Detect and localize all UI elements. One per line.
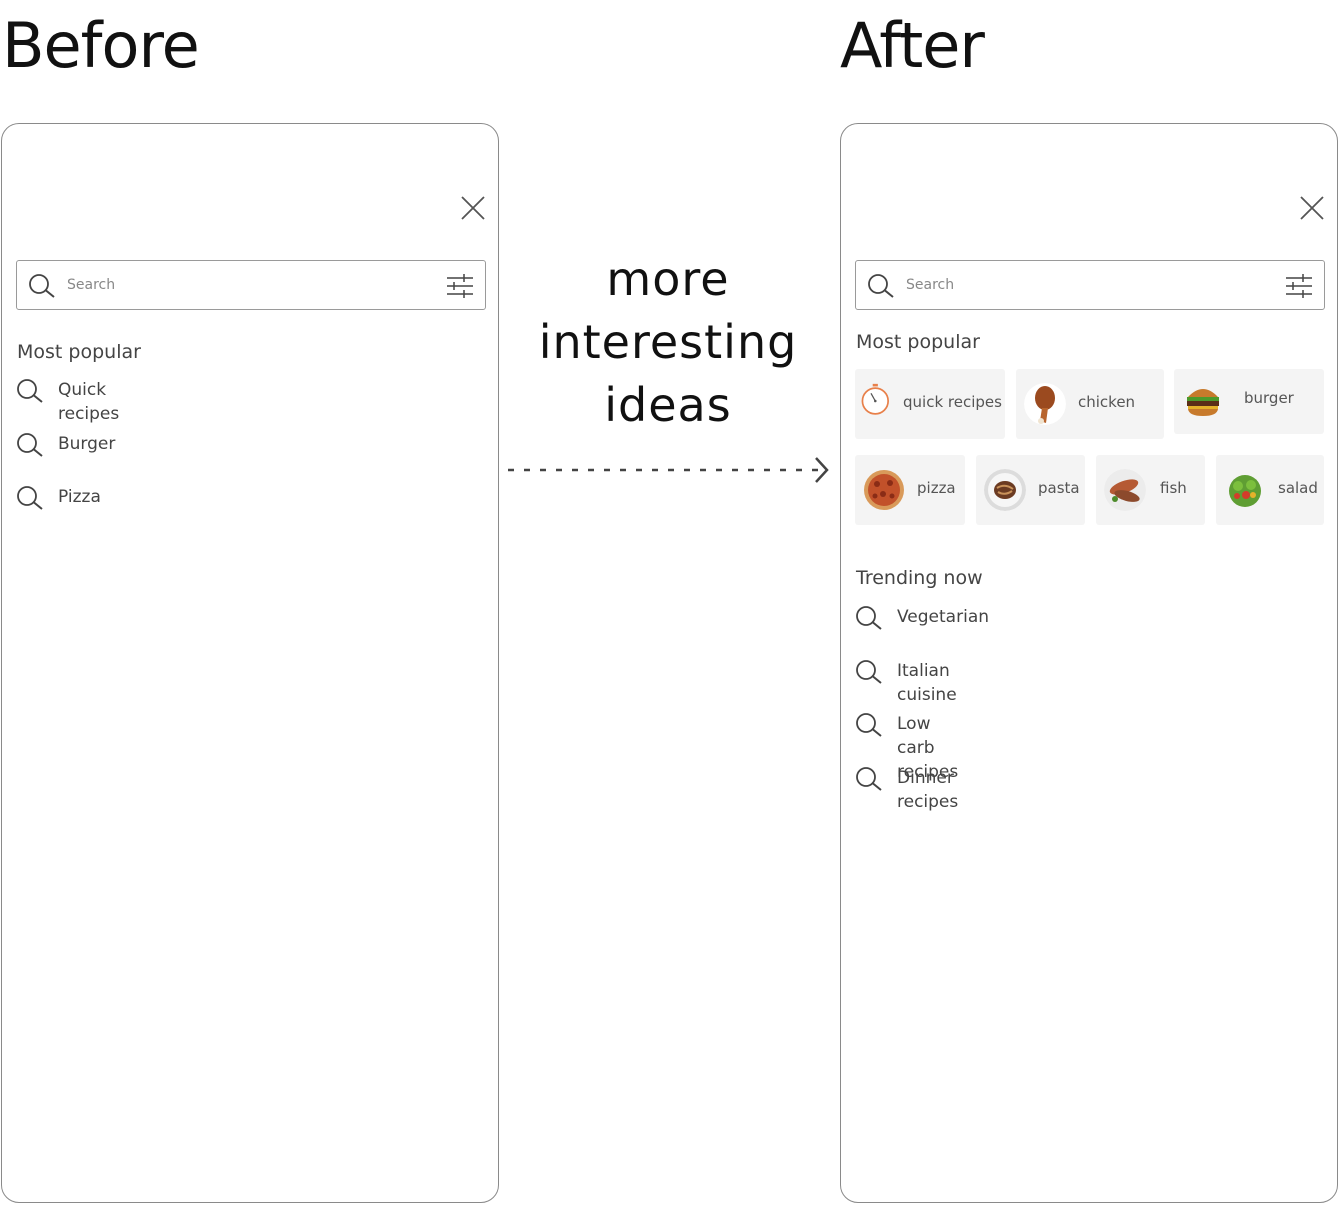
before-heading: Before — [2, 9, 200, 82]
chip-salad[interactable]: salad — [1216, 455, 1324, 525]
search-bar — [855, 260, 1325, 310]
search-input[interactable] — [906, 270, 1266, 300]
stopwatch-icon — [861, 383, 889, 415]
chip-fish[interactable]: fish — [1096, 455, 1205, 525]
comparison-caption: more interesting ideas — [528, 248, 808, 437]
search-icon — [17, 486, 43, 510]
search-icon — [17, 432, 43, 457]
chip-pizza[interactable]: pizza — [855, 455, 965, 525]
chip-label: salad — [1278, 479, 1318, 497]
list-item-label: Dinner recipes — [897, 767, 959, 812]
caption-line: more — [606, 252, 730, 306]
chicken-image — [1024, 383, 1066, 425]
chip-label: fish — [1160, 479, 1187, 497]
search-icon — [868, 274, 894, 298]
salad-image — [1224, 469, 1266, 511]
list-item-label: Vegetarian — [897, 607, 990, 627]
search-icon — [856, 713, 882, 737]
chip-label: pizza — [917, 479, 956, 497]
close-icon[interactable] — [460, 195, 486, 221]
chip-label: chicken — [1078, 393, 1136, 411]
search-icon — [856, 659, 882, 684]
search-icon — [856, 766, 882, 791]
most-popular-heading: Most popular — [856, 331, 980, 353]
before-search-panel: Most popular Quick recipes Burger Pizza — [1, 123, 499, 1203]
after-search-panel: Most popular quick recipes chicken burge… — [840, 123, 1338, 1203]
chip-pasta[interactable]: pasta — [976, 455, 1085, 525]
dashed-arrow-icon — [508, 457, 829, 483]
most-popular-heading: Most popular — [17, 341, 141, 363]
pasta-image — [984, 469, 1026, 511]
list-item-label: Quick recipes — [58, 380, 120, 424]
close-icon[interactable] — [1299, 195, 1325, 221]
search-icon — [856, 606, 882, 630]
chip-label: pasta — [1038, 479, 1080, 497]
after-heading: After — [840, 9, 985, 82]
list-item-label: Italian cuisine — [897, 660, 957, 705]
burger-image — [1182, 379, 1224, 421]
search-bar — [16, 260, 486, 310]
chip-quick-recipes[interactable]: quick recipes — [855, 369, 1005, 439]
list-item-label: Pizza — [58, 487, 101, 507]
chip-label: burger — [1244, 389, 1294, 407]
search-icon — [17, 379, 43, 403]
pizza-image — [864, 470, 904, 510]
caption-line: ideas — [604, 378, 732, 432]
filter-sliders-icon[interactable] — [1286, 273, 1312, 299]
chip-label: quick recipes — [903, 393, 1002, 411]
caption-line: interesting — [538, 315, 798, 369]
list-item-label: Burger — [58, 433, 116, 454]
search-icon — [29, 274, 55, 298]
chip-burger[interactable]: burger — [1174, 369, 1324, 434]
trending-now-heading: Trending now — [856, 567, 983, 589]
filter-sliders-icon[interactable] — [447, 273, 473, 299]
chip-chicken[interactable]: chicken — [1016, 369, 1164, 439]
search-input[interactable] — [67, 270, 427, 300]
fish-image — [1104, 469, 1146, 511]
